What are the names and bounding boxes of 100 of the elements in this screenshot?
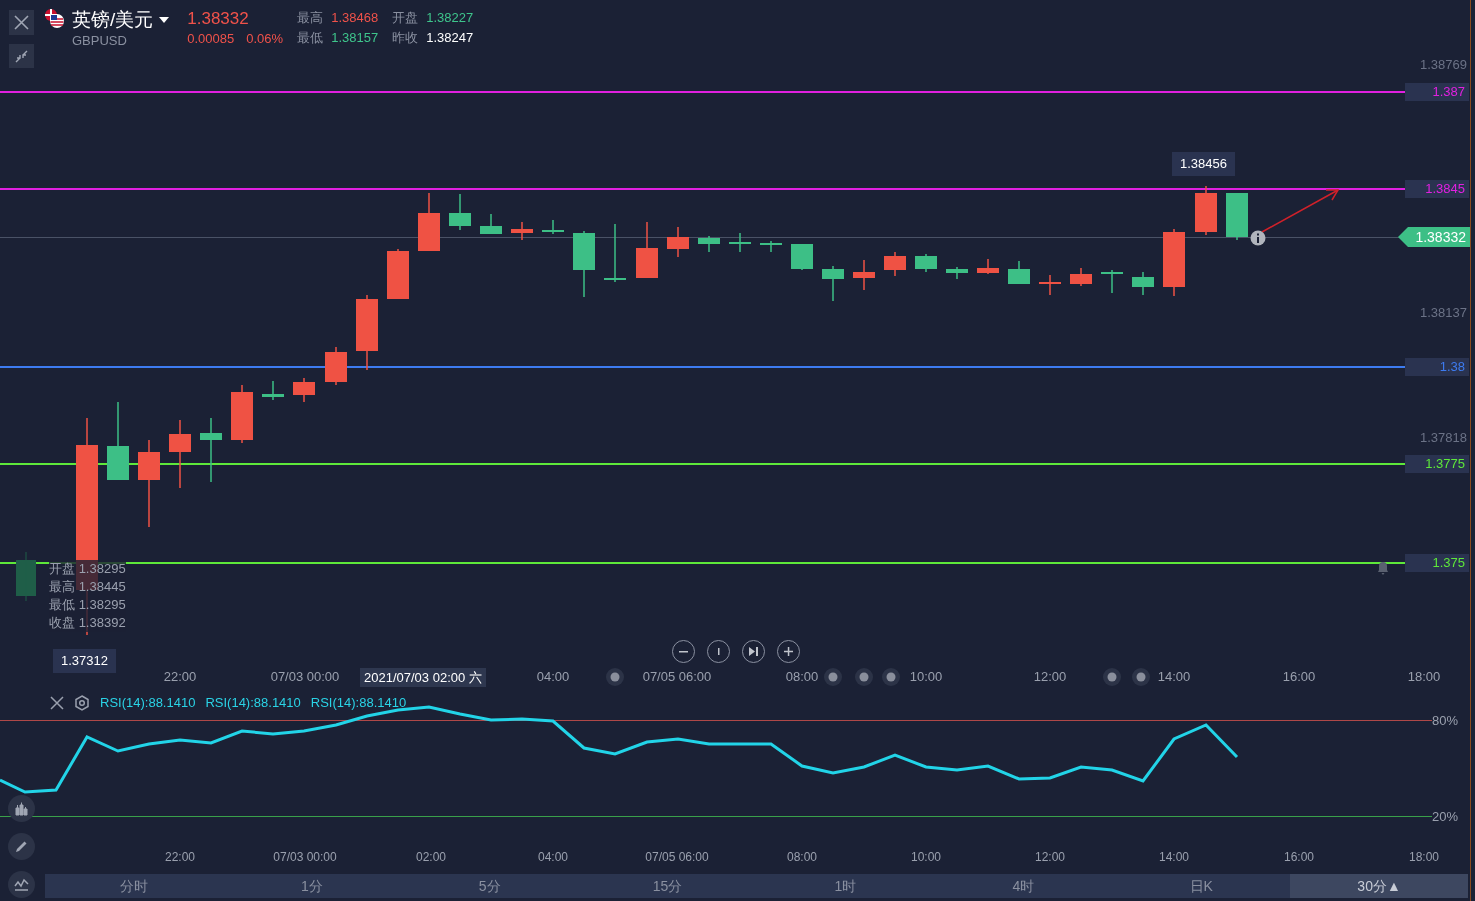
candlestick	[1070, 267, 1092, 287]
period-tab[interactable]: 1时	[756, 874, 935, 898]
period-tab[interactable]: 分时	[45, 874, 223, 898]
candlestick	[1101, 269, 1123, 294]
ohlc-readout: 收盘 1.38392	[49, 614, 126, 632]
price-level-label: 1.3775	[1405, 455, 1469, 473]
period-tab[interactable]: 日K	[1112, 874, 1291, 898]
time-axis-label: 22:00	[163, 669, 197, 685]
price-axis-label: 1.37818	[1419, 430, 1467, 446]
time-axis-label: 12:00	[1035, 850, 1065, 865]
flag-icon	[44, 8, 66, 30]
indicator-tool-button[interactable]	[8, 871, 35, 898]
time-axis-label: 04:00	[538, 850, 568, 865]
event-marker-icon[interactable]	[823, 667, 843, 687]
plus-icon	[783, 646, 794, 657]
candlestick	[573, 230, 595, 298]
ohlc-readout: 开盘 1.38295	[49, 560, 126, 578]
time-axis-label: 08:00	[785, 669, 819, 685]
event-marker-icon[interactable]	[605, 667, 625, 687]
candlestick	[977, 258, 999, 275]
price-level-label: 1.375	[1405, 554, 1469, 572]
time-axis-label: 14:00	[1159, 850, 1189, 865]
current-price-tag: 1.38332	[1398, 227, 1470, 247]
bell-icon[interactable]	[1375, 560, 1391, 576]
candlestick	[480, 213, 502, 235]
candlestick	[791, 243, 813, 271]
candlestick	[853, 259, 875, 291]
time-axis-label: 10:00	[911, 850, 941, 865]
stat-label: 开盘	[392, 9, 419, 27]
time-axis-label: 08:00	[787, 850, 817, 865]
ohlc-readout: 最高 1.38445	[49, 578, 126, 596]
ohlc-readout: 最低 1.38295	[49, 596, 126, 614]
skip-end-icon	[748, 646, 759, 657]
close-button[interactable]	[9, 10, 34, 35]
event-marker-icon[interactable]	[1131, 667, 1151, 687]
stat-value: 1.38157	[331, 29, 379, 47]
candlestick-tool-button[interactable]	[8, 795, 35, 822]
time-axis-label: 07/05 06:00	[642, 669, 712, 685]
period-tab[interactable]: 1分	[222, 874, 401, 898]
candlestick	[729, 232, 751, 253]
collapse-arrows-icon	[15, 49, 28, 63]
time-axis-label: 16:00	[1284, 850, 1314, 865]
candlestick	[542, 219, 564, 235]
candlestick-icon	[14, 801, 29, 816]
price-axis-label: 1.38769	[1419, 57, 1467, 73]
candlestick	[325, 346, 347, 386]
low-price-tooltip: 1.37312	[53, 649, 116, 673]
period-tab[interactable]: 30分▲	[1290, 874, 1468, 898]
price-change: 0.00085	[187, 30, 235, 48]
candlestick	[1226, 192, 1248, 241]
candlestick	[418, 192, 440, 252]
candlestick	[1008, 260, 1030, 285]
period-tab[interactable]: 4时	[934, 874, 1113, 898]
info-icon[interactable]	[1250, 230, 1266, 246]
price-level-line[interactable]	[0, 562, 1405, 564]
time-axis-label: 04:00	[536, 669, 570, 685]
close-icon[interactable]	[50, 695, 64, 710]
candlestick	[760, 240, 782, 253]
stat-value: 1.38247	[426, 29, 474, 47]
candlestick	[946, 266, 968, 280]
time-axis-label: 18:00	[1409, 850, 1439, 865]
candlestick	[1132, 271, 1154, 296]
stat-label: 最低	[297, 29, 324, 47]
candlestick	[16, 551, 36, 602]
rsi-legend: RSI(14):88.1410	[100, 693, 196, 713]
time-axis-label: 07/05 06:00	[645, 850, 709, 865]
price-change-percent: 0.06%	[246, 30, 284, 48]
symbol-code: GBPUSD	[72, 32, 128, 50]
close-icon	[14, 15, 29, 30]
period-tab[interactable]: 5分	[400, 874, 579, 898]
symbol-dropdown[interactable]: 英镑/美元	[72, 8, 170, 32]
candlestick	[231, 384, 253, 444]
time-axis-label: 18:00	[1407, 669, 1441, 685]
time-axis-label: 14:00	[1157, 669, 1191, 685]
price-level-label: 1.3845	[1405, 180, 1469, 198]
event-marker-icon[interactable]	[1102, 667, 1122, 687]
settings-icon[interactable]	[74, 694, 90, 711]
candlestick	[636, 221, 658, 279]
time-axis-label: 07/03 00:00	[270, 669, 340, 685]
candlestick	[884, 251, 906, 277]
event-marker-icon[interactable]	[854, 667, 874, 687]
candlestick	[200, 417, 222, 483]
draw-tool-button[interactable]	[8, 833, 35, 860]
candlestick	[293, 377, 315, 403]
stat-label: 昨收	[392, 29, 419, 47]
candlestick	[1163, 228, 1185, 297]
period-tab[interactable]: 15分	[578, 874, 757, 898]
price-axis-label: 1.38137	[1419, 305, 1467, 321]
time-axis-label: 02:00	[416, 850, 446, 865]
high-price-tooltip: 1.38456	[1172, 152, 1235, 176]
event-marker-icon[interactable]	[881, 667, 901, 687]
rsi-level-label: 20%	[1432, 809, 1459, 825]
time-axis-label: 07/03 00:00	[273, 850, 337, 865]
candlestick	[698, 235, 720, 253]
time-cursor-label: 2021/07/03 02:00 六	[360, 668, 486, 687]
time-axis-label: 12:00	[1033, 669, 1067, 685]
line-chart-icon	[14, 878, 29, 891]
time-axis-label: 22:00	[165, 850, 195, 865]
candlestick	[169, 419, 191, 489]
collapse-button[interactable]	[9, 44, 34, 68]
